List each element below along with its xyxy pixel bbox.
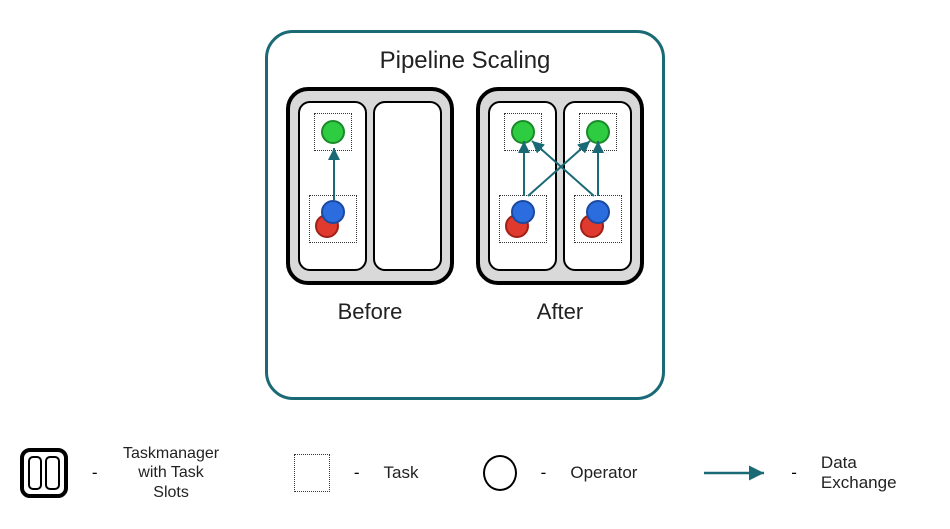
legend-mini-slot xyxy=(28,456,42,490)
stage-label-after: After xyxy=(476,299,644,325)
legend-operator-label: Operator xyxy=(570,463,637,483)
legend-dash: - xyxy=(354,463,360,483)
task-slot-empty xyxy=(373,101,442,271)
legend-data-exchange-icon xyxy=(702,463,768,483)
taskmanagers-row xyxy=(268,87,662,285)
legend-taskmanager-icon xyxy=(20,448,68,498)
legend-taskmanager-label-line2: with Task Slots xyxy=(138,464,204,500)
legend-task-icon xyxy=(294,454,330,492)
legend-dash: - xyxy=(541,463,547,483)
legend-taskmanager-label: Taskmanager with Task Slots xyxy=(122,444,221,502)
operator-blue xyxy=(586,200,610,224)
operator-blue xyxy=(511,200,535,224)
task-slot xyxy=(298,101,367,271)
operator-green xyxy=(511,120,535,144)
pipeline-scaling-container: Pipeline Scaling xyxy=(265,30,665,400)
legend-data-exchange-label: Data Exchange xyxy=(821,453,930,493)
operator-green xyxy=(586,120,610,144)
task-slot xyxy=(488,101,557,271)
operator-green xyxy=(321,120,345,144)
legend: - Taskmanager with Task Slots - Task - O… xyxy=(20,438,930,508)
stage-labels: Before After xyxy=(268,299,662,325)
taskmanager-before xyxy=(286,87,454,285)
legend-mini-slot xyxy=(45,456,59,490)
task-slot xyxy=(563,101,632,271)
stage-label-before: Before xyxy=(286,299,454,325)
pipeline-scaling-title: Pipeline Scaling xyxy=(268,47,662,75)
legend-taskmanager-label-line1: Taskmanager xyxy=(123,445,219,462)
taskmanager-after xyxy=(476,87,644,285)
legend-operator-icon xyxy=(483,455,517,491)
legend-dash: - xyxy=(92,463,98,483)
operator-blue xyxy=(321,200,345,224)
legend-task-label: Task xyxy=(384,463,419,483)
legend-dash: - xyxy=(791,463,797,483)
